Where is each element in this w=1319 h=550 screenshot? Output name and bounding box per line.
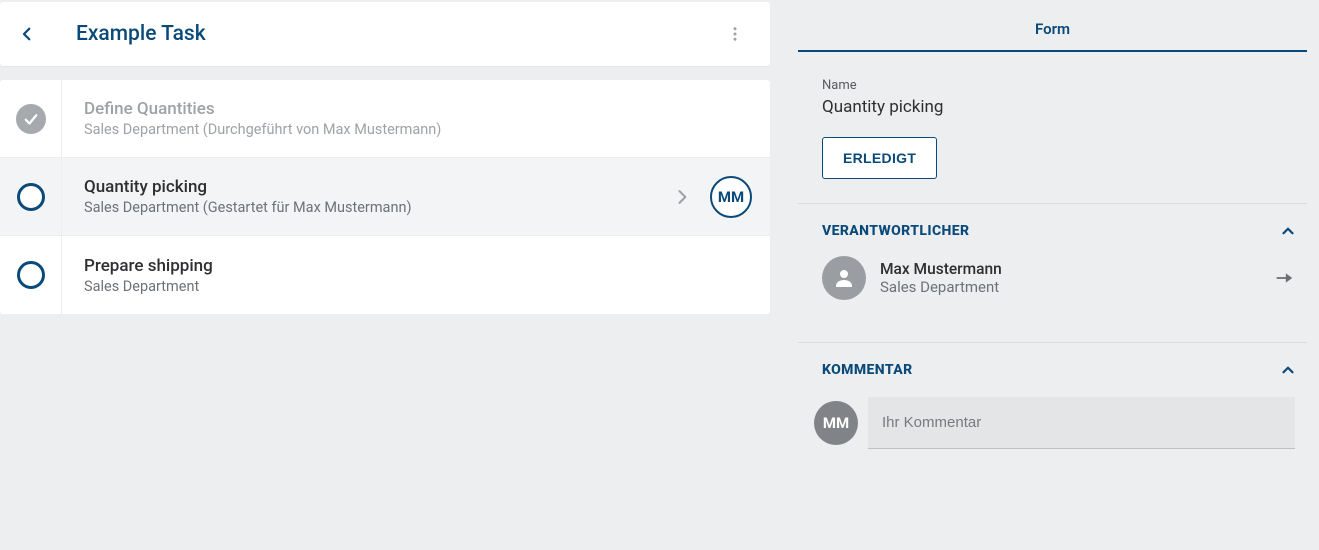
task-name: Prepare shipping — [84, 256, 752, 276]
status-done-icon — [16, 104, 46, 134]
tab-bar: Form — [798, 4, 1307, 52]
task-subtitle: Sales Department — [84, 278, 752, 295]
person-icon — [822, 256, 866, 300]
back-icon[interactable] — [18, 25, 36, 43]
task-list: Define Quantities Sales Department (Durc… — [0, 80, 770, 314]
section-responsible: VERANTWORTLICHER Max Mustermann Sales De… — [798, 203, 1307, 318]
task-header: Example Task — [0, 2, 770, 66]
field-value-name: Quantity picking — [822, 97, 1283, 117]
assignee-avatar[interactable]: MM — [710, 176, 752, 218]
responsible-name: Max Mustermann — [880, 260, 1273, 278]
tab-form[interactable]: Form — [798, 4, 1307, 50]
field-label-name: Name — [822, 78, 1283, 93]
chevron-right-icon — [672, 187, 692, 207]
section-comment: KOMMENTAR MM — [798, 342, 1307, 467]
task-row[interactable]: Quantity picking Sales Department (Gesta… — [0, 158, 770, 236]
section-title-comment: KOMMENTAR — [822, 362, 1279, 378]
chevron-up-icon — [1279, 222, 1297, 240]
arrow-right-icon[interactable] — [1273, 267, 1295, 289]
responsible-department: Sales Department — [880, 278, 1273, 296]
task-row[interactable]: Define Quantities Sales Department (Durc… — [0, 80, 770, 158]
task-name: Define Quantities — [84, 99, 752, 119]
form-block: Name Quantity picking ERLEDIGT — [798, 52, 1307, 203]
more-options-icon[interactable] — [720, 19, 750, 49]
comment-row: MM — [814, 397, 1295, 449]
status-open-icon — [17, 261, 45, 289]
status-col — [0, 236, 62, 314]
status-open-icon — [17, 183, 45, 211]
comment-input[interactable] — [868, 397, 1295, 449]
task-row[interactable]: Prepare shipping Sales Department — [0, 236, 770, 314]
section-header-comment[interactable]: KOMMENTAR — [798, 361, 1307, 379]
section-title-responsible: VERANTWORTLICHER — [822, 223, 1279, 239]
task-name: Quantity picking — [84, 177, 672, 197]
section-header-responsible[interactable]: VERANTWORTLICHER — [798, 222, 1307, 240]
status-col — [0, 80, 62, 157]
responsible-row[interactable]: Max Mustermann Sales Department — [818, 240, 1307, 300]
status-col — [0, 158, 62, 235]
task-subtitle: Sales Department (Gestartet für Max Must… — [84, 199, 672, 216]
task-subtitle: Sales Department (Durchgeführt von Max M… — [84, 121, 752, 138]
page-title: Example Task — [76, 22, 720, 46]
done-button[interactable]: ERLEDIGT — [822, 137, 937, 179]
comment-avatar: MM — [814, 401, 858, 445]
chevron-up-icon — [1279, 361, 1297, 379]
